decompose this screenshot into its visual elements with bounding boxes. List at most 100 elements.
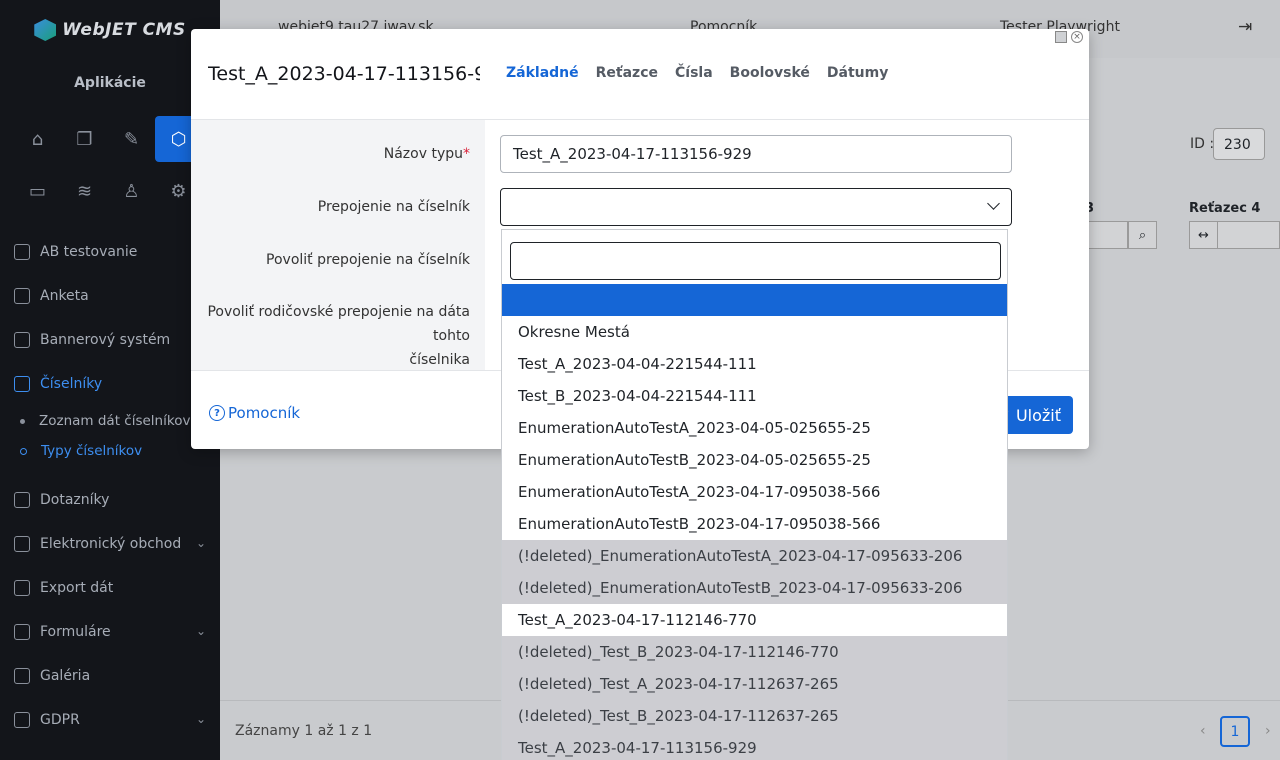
apps-title: Aplikácie	[74, 75, 146, 91]
dropdown-option[interactable]: Test_A_2023-04-17-112146-770	[502, 604, 1007, 636]
brand-cube-icon	[34, 19, 57, 41]
chevron-down-icon: ⌄	[195, 624, 206, 638]
allow-parent-label-line2: číselnika	[409, 352, 470, 368]
question-circle-icon: ?	[209, 405, 225, 421]
user-icon[interactable]: ♙	[108, 168, 155, 214]
bullet-icon	[20, 418, 25, 424]
sidebar-item-label: Formuláre	[40, 624, 111, 640]
tab-booleans[interactable]: Boolovské	[730, 65, 810, 81]
chevron-down-icon: ⌄	[195, 536, 206, 550]
sidebar-item-gallery[interactable]: Galéria	[0, 654, 220, 698]
sidebar-item-banner-system[interactable]: Bannerový systém	[0, 318, 220, 362]
dropdown-option: (!deleted)_EnumerationAutoTestB_2023-04-…	[502, 572, 1007, 604]
tab-basic[interactable]: Základné	[506, 65, 579, 81]
dropdown-options: Okresne Mestá Test_A_2023-04-04-221544-11…	[502, 284, 1007, 760]
allow-parent-label: Povoliť rodičovské prepojenie na dáta to…	[191, 300, 470, 372]
filter-range-icon[interactable]: ↔	[1189, 221, 1218, 249]
bullet-icon	[20, 447, 27, 455]
select-dropdown: Okresne Mestá Test_A_2023-04-04-221544-11…	[501, 229, 1008, 760]
basket-icon	[14, 536, 30, 552]
dropdown-option[interactable]: EnumerationAutoTestB_2023-04-05-025655-2…	[502, 444, 1007, 476]
dialog-tabs: Základné Reťazce Čísla Boolovské Dátumy	[506, 65, 888, 81]
brand-logo[interactable]: WebJET CMS	[0, 0, 220, 60]
question-icon	[14, 492, 30, 508]
help-link[interactable]: ? Pomocník	[209, 404, 300, 422]
close-icon[interactable]: ×	[1071, 31, 1083, 43]
sidebar-item-label: GDPR	[40, 712, 80, 728]
enumeration-link-select[interactable]	[500, 188, 1012, 226]
dropdown-option[interactable]: Test_B_2023-04-04-221544-111	[502, 380, 1007, 412]
dropdown-option[interactable]: Test_A_2023-04-04-221544-111	[502, 348, 1007, 380]
filter-input[interactable]	[1217, 221, 1280, 249]
sidebar-item-label: Číselníky	[40, 376, 103, 392]
brand-name: WebJET CMS	[62, 20, 186, 40]
sidebar-item-data-export[interactable]: Export dát	[0, 566, 220, 610]
chevron-right-icon[interactable]: ›	[1265, 723, 1271, 739]
tab-dates[interactable]: Dátumy	[827, 65, 888, 81]
pagination-page[interactable]: 1	[1220, 716, 1250, 747]
home-icon[interactable]: ⌂	[14, 116, 61, 162]
id-label: ID :	[1190, 136, 1215, 152]
sidebar-item-eshop[interactable]: Elektronický obchod ⌄	[0, 522, 220, 566]
sidebar-item-ab-testing[interactable]: AB testovanie	[0, 230, 220, 274]
pages-icon[interactable]: ❐	[61, 116, 108, 162]
sidebar-item-poll[interactable]: Anketa	[0, 274, 220, 318]
ad-icon	[14, 332, 30, 348]
cloud-download-icon	[14, 580, 30, 596]
sidebar-item-label: Galéria	[40, 668, 91, 684]
save-button[interactable]: ✓ Uložiť	[998, 396, 1073, 434]
chart-icon	[14, 244, 30, 260]
sidebar-item-label: Elektronický obchod	[40, 536, 182, 552]
submenu-item-label: Zoznam dát číselníkov	[39, 413, 191, 429]
dropdown-search-input[interactable]	[510, 242, 1001, 280]
sidebar-item-enumerations[interactable]: Číselníky	[0, 362, 220, 406]
sidebar-item-label: Anketa	[40, 288, 89, 304]
sidebar-item-label: Export dát	[40, 580, 114, 596]
dropdown-option: Test_A_2023-04-17-113156-929	[502, 732, 1007, 760]
dialog-title: Test_A_2023-04-17-113156-929	[208, 63, 480, 85]
records-info: Záznamy 1 až 1 z 1	[235, 723, 373, 739]
folder-icon[interactable]: ▭	[14, 168, 61, 214]
sidebar-item-forms[interactable]: Formuláre ⌄	[0, 610, 220, 654]
sidebar-item-label: Dotazníky	[40, 492, 110, 508]
dropdown-option: (!deleted)_Test_B_2023-04-17-112146-770	[502, 636, 1007, 668]
type-name-input[interactable]: Test_A_2023-04-17-113156-929	[500, 135, 1012, 173]
labels-column: Názov typu* Prepojenie na číselník Povol…	[191, 120, 485, 370]
table-icon	[14, 376, 30, 392]
id-input[interactable]: 230	[1213, 128, 1265, 160]
logout-icon[interactable]: ⇥	[1238, 17, 1252, 37]
save-button-label: Uložiť	[1015, 405, 1061, 425]
dropdown-option[interactable]: EnumerationAutoTestB_2023-04-17-095038-5…	[502, 508, 1007, 540]
dropdown-option: (!deleted)_EnumerationAutoTestA_2023-04-…	[502, 540, 1007, 572]
sidebar-item-gdpr[interactable]: GDPR ⌄	[0, 698, 220, 742]
maximize-icon[interactable]	[1055, 31, 1067, 43]
bar-chart-icon	[14, 288, 30, 304]
help-link-label: Pomocník	[228, 404, 301, 422]
photo-icon	[14, 668, 30, 684]
search-icon[interactable]: ⌕	[1128, 221, 1157, 249]
chevron-left-icon[interactable]: ‹	[1200, 723, 1206, 739]
allow-link-label: Povoliť prepojenie na číselník	[266, 252, 470, 268]
submenu-item-enumeration-types[interactable]: Typy číselníkov	[0, 436, 220, 466]
sidebar: WebJET CMS Aplikácie ⌂ ❐ ✎ ⬡ ▭ ≋ ♙ ⚙ AB …	[0, 0, 220, 760]
dropdown-option[interactable]: EnumerationAutoTestA_2023-04-17-095038-5…	[502, 476, 1007, 508]
sidebar-item-questionnaires[interactable]: Dotazníky	[0, 478, 220, 522]
allow-parent-label-line1: Povoliť rodičovské prepojenie na dáta to…	[207, 304, 470, 344]
dropdown-option: (!deleted)_Test_B_2023-04-17-112637-265	[502, 700, 1007, 732]
sidebar-menu: AB testovanie Anketa Bannerový systém Čí…	[0, 230, 220, 742]
layers-icon[interactable]: ≋	[61, 168, 108, 214]
tab-numbers[interactable]: Čísla	[675, 65, 713, 81]
column-header-string-4[interactable]: Reťazec 4	[1189, 201, 1260, 216]
dialog-header: Test_A_2023-04-17-113156-929 Základné Re…	[191, 29, 1089, 120]
dropdown-option[interactable]: Okresne Mestá	[502, 316, 1007, 348]
window-controls: ×	[1055, 31, 1083, 43]
app-icon-grid: ⌂ ❐ ✎ ⬡ ▭ ≋ ♙ ⚙	[0, 106, 220, 214]
edit-icon[interactable]: ✎	[108, 116, 155, 162]
dropdown-option[interactable]: EnumerationAutoTestA_2023-04-05-025655-2…	[502, 412, 1007, 444]
name-label-text: Názov typu	[383, 146, 463, 162]
lock-icon	[14, 712, 30, 728]
dropdown-option[interactable]	[502, 284, 1007, 316]
tab-strings[interactable]: Reťazce	[596, 65, 658, 81]
chevron-down-icon: ⌄	[195, 712, 206, 726]
submenu-item-enumeration-data[interactable]: Zoznam dát číselníkov	[0, 406, 220, 436]
